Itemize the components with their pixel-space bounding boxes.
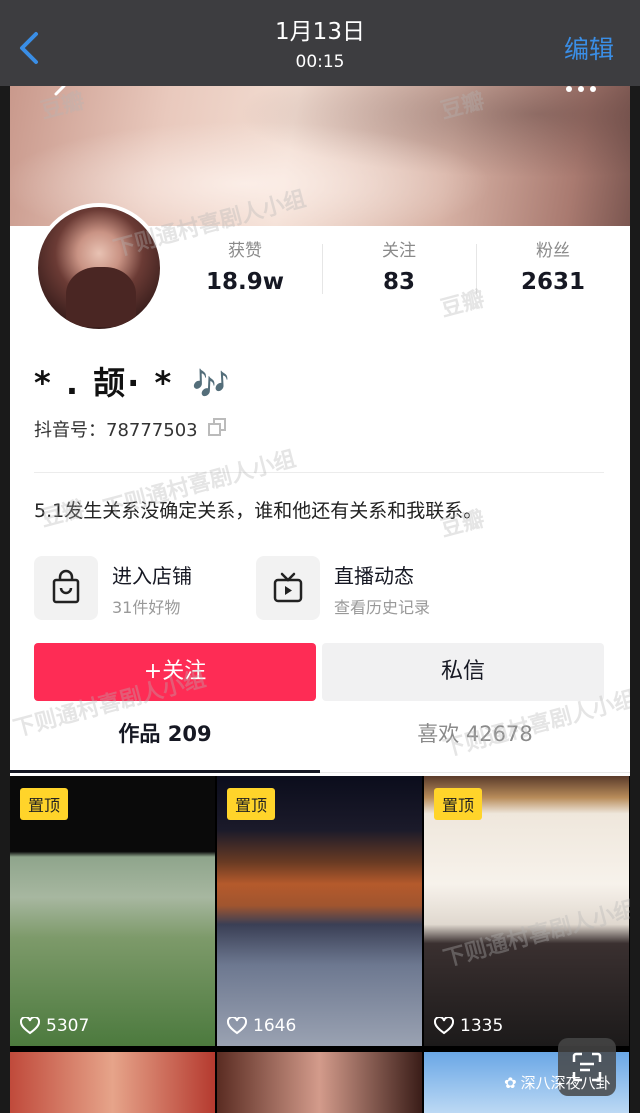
photo-time: 00:15	[295, 52, 345, 72]
stat-label: 关注	[382, 241, 416, 261]
copy-icon[interactable]	[208, 418, 228, 436]
divider	[34, 472, 604, 473]
video-tile[interactable]: 置顶 5307	[10, 776, 215, 1046]
live-tv-icon	[256, 556, 320, 620]
like-count: 1335	[460, 1016, 504, 1036]
dot-icon	[578, 86, 584, 92]
shop-title: 进入店铺	[112, 564, 192, 588]
stat-followers[interactable]: 粉丝 2631	[478, 236, 628, 295]
wechat-icon: ✿	[504, 1073, 517, 1092]
photo-date: 1月13日	[275, 19, 365, 45]
stat-following[interactable]: 关注 83	[324, 236, 474, 295]
dot-icon	[590, 86, 596, 92]
video-tile[interactable]: 置顶 1646	[217, 776, 422, 1046]
video-likes: 5307	[20, 1016, 89, 1036]
video-likes: 1335	[434, 1016, 503, 1036]
stat-likes[interactable]: 获赞 18.9w	[170, 236, 320, 295]
shop-entry[interactable]: 进入店铺 31件好物	[34, 556, 244, 620]
nickname: * . 颉· * 🎶	[34, 358, 232, 404]
heart-icon	[227, 1017, 247, 1035]
heart-icon	[20, 1017, 40, 1035]
live-subtitle: 查看历史记录	[334, 598, 431, 617]
shop-subtitle: 31件好物	[112, 598, 181, 617]
douyin-id: 抖音号：78777503	[34, 420, 198, 441]
edit-button[interactable]: 编辑	[564, 30, 614, 66]
shopping-bag-icon	[34, 556, 98, 620]
pinned-badge: 置顶	[434, 788, 483, 820]
stat-label: 粉丝	[536, 241, 570, 261]
nickname-text: * . 颉· *	[34, 364, 174, 402]
pinned-badge: 置顶	[227, 788, 276, 820]
credit-text: 深八深夜八卦	[520, 1074, 611, 1092]
dot-icon	[566, 86, 572, 92]
top-navigation-bar: 1月13日 00:15 编辑	[0, 0, 640, 86]
video-likes: 1646	[227, 1016, 296, 1036]
live-title: 直播动态	[334, 564, 414, 588]
stat-value: 2631	[520, 269, 585, 295]
stat-divider	[322, 244, 323, 294]
like-count: 5307	[46, 1016, 90, 1036]
screenshot-root: 1月13日 00:15 编辑 获赞 18.9w 关注 83 粉丝 2631 * …	[0, 0, 640, 1113]
music-notes-icon: 🎶	[192, 367, 232, 402]
more-options-button[interactable]	[566, 86, 606, 96]
heart-icon	[434, 1017, 454, 1035]
video-tile[interactable]	[10, 1052, 215, 1113]
live-history-entry[interactable]: 直播动态 查看历史记录	[256, 556, 486, 620]
pinned-badge: 置顶	[20, 788, 69, 820]
message-button[interactable]: 私信	[322, 643, 604, 701]
profile-card: 获赞 18.9w 关注 83 粉丝 2631 * . 颉· * 🎶 抖音号：78…	[10, 86, 630, 1113]
source-credit: ✿ 深八深夜八卦	[504, 1072, 611, 1093]
video-tile[interactable]	[217, 1052, 422, 1113]
tab-active-indicator	[10, 770, 320, 773]
like-count: 1646	[253, 1016, 297, 1036]
stat-value: 18.9w	[206, 269, 284, 295]
